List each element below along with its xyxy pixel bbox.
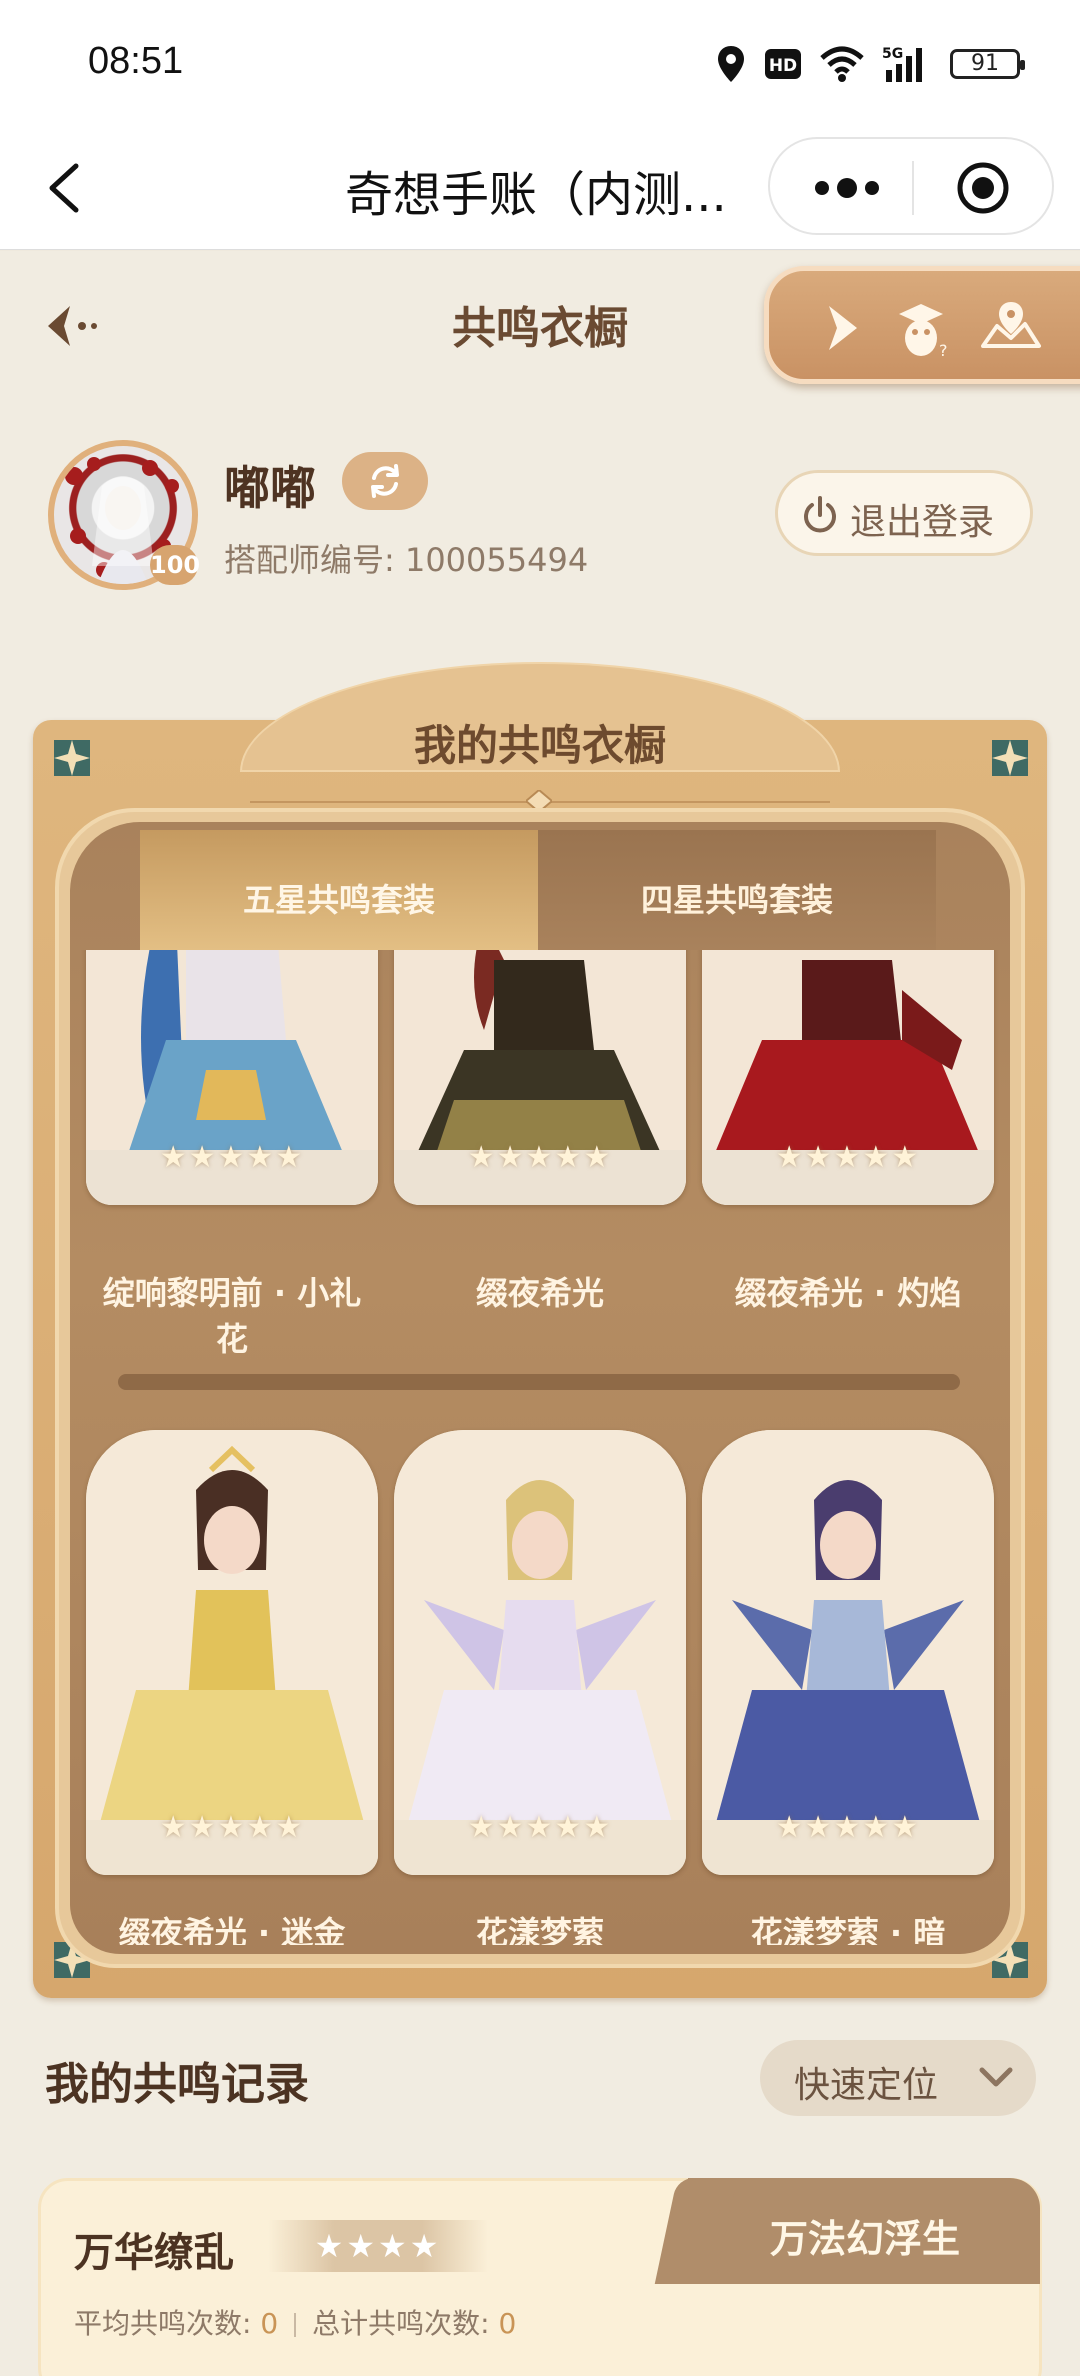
nav-title: 奇想手账（内测... bbox=[345, 167, 727, 223]
battery-icon: 91 bbox=[950, 49, 1025, 79]
star-rating: ★★★★ bbox=[268, 2220, 488, 2272]
suit-card[interactable]: ★★★★★ bbox=[394, 1430, 686, 1875]
mini-program-capsule bbox=[768, 137, 1054, 235]
suit-card[interactable]: ★★★★★ bbox=[702, 950, 994, 1205]
outfit-image bbox=[86, 1430, 378, 1875]
suit-card[interactable]: ★★★★★ bbox=[86, 1430, 378, 1875]
record-suit-name: 万华缭乱 bbox=[74, 2230, 234, 2276]
corner-star-icon bbox=[992, 740, 1028, 776]
quick-locate-button[interactable]: 快速定位 bbox=[760, 2040, 1036, 2116]
map-icon[interactable] bbox=[979, 296, 1043, 360]
play-arrow-icon[interactable] bbox=[809, 296, 873, 360]
suit-name: 花漾梦萦 bbox=[475, 1914, 604, 1945]
power-icon bbox=[804, 496, 836, 533]
chevron-down-icon bbox=[979, 2067, 1013, 2087]
quick-locate-label: 快速定位 bbox=[794, 2065, 939, 2106]
outfit-image bbox=[702, 1430, 994, 1875]
status-bar: 08:51 HD 5G 91 bbox=[0, 0, 1080, 125]
username: 嘟嘟 bbox=[224, 461, 316, 515]
suit-name: 缀夜希光 bbox=[475, 1274, 604, 1312]
signal-5g-icon: 5G bbox=[882, 46, 922, 82]
logout-label: 退出登录 bbox=[850, 502, 995, 543]
chevron-left-icon[interactable] bbox=[40, 160, 90, 216]
star-rating: ★★★★★ bbox=[775, 1140, 921, 1175]
records-title: 我的共鸣记录 bbox=[45, 2059, 309, 2110]
tab-four-star[interactable]: 四星共鸣套装 bbox=[538, 830, 936, 950]
refresh-icon bbox=[371, 464, 399, 498]
avg-label: 平均共鸣次数: bbox=[74, 2307, 261, 2340]
more-dots-icon[interactable] bbox=[812, 173, 882, 203]
shelf-divider bbox=[118, 1374, 960, 1390]
suit-name: 花漾梦萦 · 暗 bbox=[750, 1914, 946, 1945]
record-category-tab: 万法幻浮生 bbox=[688, 2178, 1040, 2284]
record-stats: 平均共鸣次数: 0 总计共鸣次数: 0 bbox=[74, 2302, 516, 2342]
capsule-divider bbox=[912, 161, 914, 215]
designer-id: 搭配师编号: 100055494 bbox=[224, 541, 589, 579]
svg-text:5G: 5G bbox=[882, 46, 903, 62]
star-rating: ★★★★★ bbox=[159, 1140, 305, 1175]
hd-icon: HD bbox=[765, 49, 801, 79]
wifi-icon bbox=[820, 46, 864, 82]
penguin-guide-icon[interactable]: ? bbox=[889, 296, 953, 360]
total-value: 0 bbox=[498, 2307, 517, 2340]
total-label: 总计共鸣次数: bbox=[312, 2307, 499, 2340]
stat-divider bbox=[294, 2313, 297, 2337]
star-rating: ★★★★★ bbox=[467, 1140, 613, 1175]
status-time: 08:51 bbox=[88, 40, 184, 82]
suit-grid: ★★★★★ ★★★★★ ★★★★★ 绽响黎明前 · 小礼 花 缀夜希光 缀夜希光… bbox=[70, 950, 1010, 1945]
corner-star-icon bbox=[54, 740, 90, 776]
tool-pill: ? bbox=[764, 266, 1080, 384]
star-rating: ★★★★★ bbox=[775, 1810, 921, 1845]
suit-card[interactable]: ★★★★★ bbox=[86, 950, 378, 1205]
tab-five-star[interactable]: 五星共鸣套装 bbox=[140, 830, 538, 950]
suit-name: 缀夜希光 · 灼焰 bbox=[734, 1274, 962, 1312]
suit-name: 缀夜希光 · 迷金 bbox=[118, 1914, 346, 1945]
mini-program-nav-bar: 奇想手账（内测... bbox=[0, 125, 1080, 250]
suit-card[interactable]: ★★★★★ bbox=[702, 1430, 994, 1875]
suit-tabs: 五星共鸣套装 四星共鸣套装 bbox=[140, 830, 940, 950]
level-badge: 100 bbox=[150, 545, 200, 585]
svg-text:?: ? bbox=[939, 341, 948, 360]
logout-button[interactable]: 退出登录 bbox=[775, 470, 1033, 556]
outfit-image bbox=[394, 1430, 686, 1875]
location-icon bbox=[718, 46, 744, 82]
avg-value: 0 bbox=[260, 2307, 279, 2340]
suit-name: 绽响黎明前 · 小礼 花 bbox=[102, 1274, 362, 1358]
suit-card[interactable]: ★★★★★ bbox=[394, 950, 686, 1205]
svg-text:HD: HD bbox=[769, 56, 797, 76]
wardrobe-title: 我的共鸣衣橱 bbox=[413, 721, 666, 770]
star-rating: ★★★★★ bbox=[467, 1810, 613, 1845]
record-category-label: 万法幻浮生 bbox=[770, 2217, 961, 2261]
status-icons: HD 5G 91 bbox=[716, 40, 1025, 88]
star-rating: ★★★★★ bbox=[159, 1810, 305, 1845]
close-target-icon[interactable] bbox=[956, 161, 1010, 215]
switch-account-button[interactable] bbox=[342, 452, 428, 510]
